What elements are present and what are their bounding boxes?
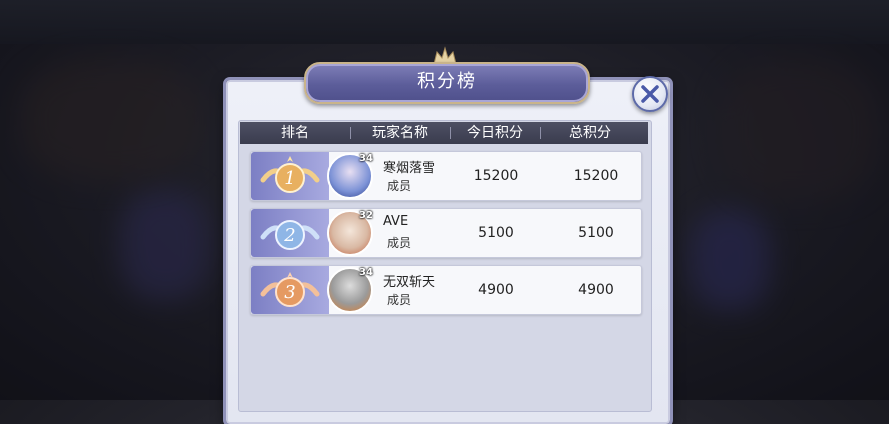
table-row[interactable]: 3 34 无双斩天 成员 4900 4900 <box>250 265 642 315</box>
today-score: 4900 <box>478 282 514 298</box>
header-player-name: 玩家名称 <box>372 125 428 141</box>
header-total-score: 总积分 <box>569 125 611 141</box>
rank-cell: 1 <box>251 152 329 200</box>
header-rank: 排名 <box>281 125 309 141</box>
player-name: AVE <box>383 214 409 229</box>
total-score: 15200 <box>573 168 619 184</box>
rank-cell: 2 <box>251 209 329 257</box>
player-role: 成员 <box>387 179 412 193</box>
rank-number: 1 <box>284 168 295 189</box>
player-level: 34 <box>359 267 373 278</box>
player-level: 34 <box>359 153 373 164</box>
total-score: 5100 <box>578 225 614 241</box>
player-role: 成员 <box>387 236 412 250</box>
table-row[interactable]: 1 34 寒烟落雪 成员 15200 15200 <box>250 151 642 201</box>
rank-cell: 3 <box>251 266 329 314</box>
today-score: 15200 <box>473 168 519 184</box>
close-button[interactable] <box>632 76 668 112</box>
total-score: 4900 <box>578 282 614 298</box>
player-level: 32 <box>359 210 373 221</box>
header-today-score: 今日积分 <box>467 125 523 141</box>
rank-badge-icon: 2 <box>260 220 320 250</box>
player-name: 寒烟落雪 <box>383 161 436 176</box>
table-header: 排名 玩家名称 今日积分 总积分 <box>240 122 648 144</box>
rank-number: 2 <box>283 225 295 246</box>
rank-badge-icon: 1 <box>260 156 320 193</box>
rank-number: 3 <box>284 282 295 303</box>
dialog-title: 积分榜 <box>304 62 590 104</box>
player-role: 成员 <box>387 293 412 307</box>
today-score: 5100 <box>478 225 514 241</box>
rank-badge-icon: 3 <box>260 272 320 307</box>
table-row[interactable]: 2 32 AVE 成员 5100 5100 <box>250 208 642 258</box>
close-icon <box>641 85 659 103</box>
player-name: 无双斩天 <box>383 275 436 290</box>
